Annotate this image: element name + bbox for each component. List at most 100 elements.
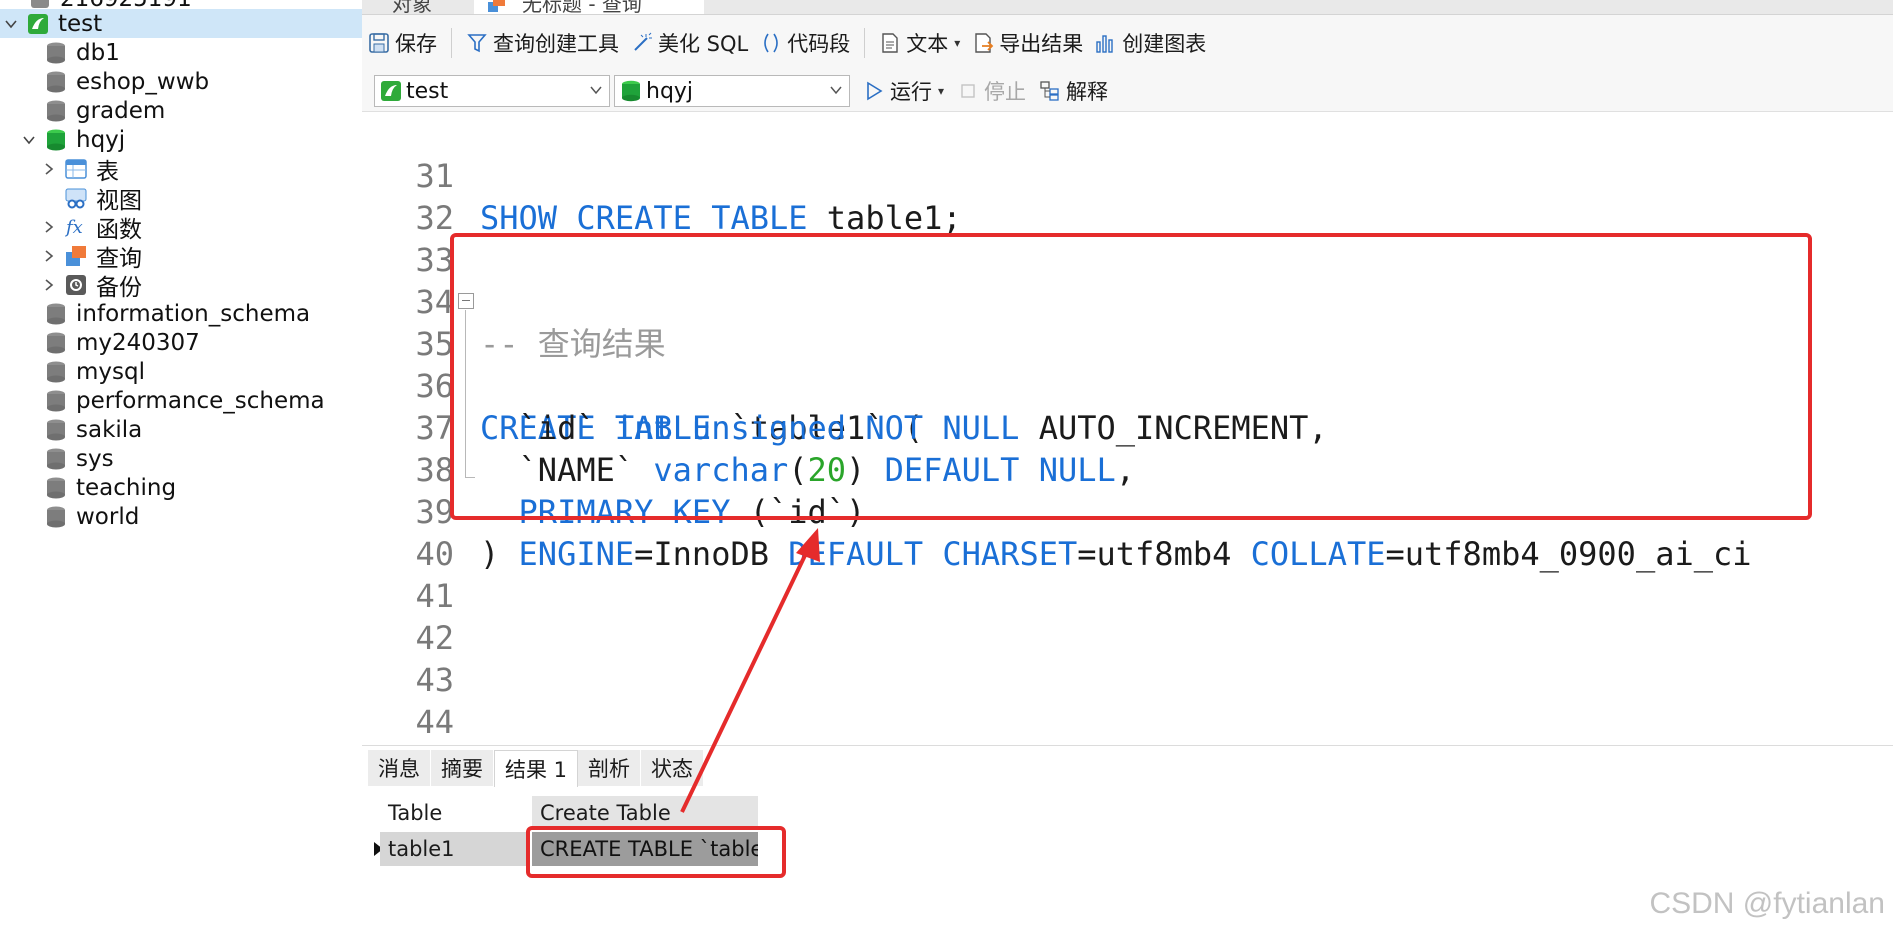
dropdown-caret-icon[interactable]: ▾: [938, 84, 944, 98]
chevron-down-icon[interactable]: [2, 15, 20, 33]
beautify-sql-label: 美化 SQL: [658, 32, 749, 56]
tree-item-label: sakila: [76, 416, 143, 443]
database-icon: [44, 447, 68, 471]
tree-item-label: sys: [76, 445, 114, 472]
database-open-icon: [44, 128, 68, 152]
tree-item-label: mysql: [76, 358, 145, 385]
chevron-right-icon[interactable]: [40, 218, 58, 236]
tree-item-label: 备份: [96, 274, 142, 301]
svg-text:fx: fx: [65, 217, 83, 238]
tree-item-db-hqyj[interactable]: hqyj: [0, 125, 362, 154]
tree-item-db-gradem[interactable]: gradem: [0, 96, 362, 125]
code-snippet-label: 代码段: [787, 32, 851, 56]
chevron-right-icon[interactable]: [40, 276, 58, 294]
tree-item-queries[interactable]: 查询: [0, 241, 362, 272]
function-icon: fx: [64, 215, 88, 239]
tree-item-label: my240307: [76, 329, 200, 356]
database-icon: [44, 418, 68, 442]
tree-item-views[interactable]: 视图: [0, 183, 362, 214]
tree-item-db-performance-schema[interactable]: performance_schema: [0, 386, 362, 415]
database-icon: [44, 360, 68, 384]
stop-icon: [961, 84, 975, 98]
tree-item-label: hqyj: [76, 126, 126, 153]
document-icon: [882, 33, 898, 53]
database-icon: [44, 476, 68, 500]
query-icon: [64, 244, 88, 268]
tree-item-db-my240307[interactable]: my240307: [0, 328, 362, 357]
bar-chart-icon: [1096, 35, 1113, 53]
tree-item-db-world[interactable]: world: [0, 502, 362, 531]
chevron-down-icon[interactable]: [20, 131, 38, 149]
mysql-connection-icon: [26, 12, 50, 36]
column-header-table[interactable]: Table: [380, 796, 520, 830]
table-icon: [64, 157, 88, 181]
tree-item-db-teaching[interactable]: teaching: [0, 473, 362, 502]
dropdown-caret-icon[interactable]: ▾: [954, 36, 960, 50]
navigator-sidebar: 216925191 test db1 eshop_wwb gradem: [0, 0, 363, 933]
text-mode-button[interactable]: 文本 ▾: [873, 23, 966, 63]
tree-item-db-information-schema[interactable]: information_schema: [0, 299, 362, 328]
explain-label: 解释: [1066, 80, 1109, 104]
tab-objects[interactable]: 对象: [392, 0, 432, 14]
editor-tab-strip: 对象 无标题 - 查询: [362, 0, 1893, 15]
chevron-down-icon: [830, 86, 842, 95]
parentheses-icon: [764, 33, 779, 53]
magic-wand-icon: [634, 32, 652, 51]
tree-item-backups[interactable]: 备份: [0, 270, 362, 301]
code-line-43: 43: [362, 617, 1893, 699]
export-icon: [975, 33, 994, 53]
create-chart-label: 创建图表: [1122, 32, 1207, 56]
create-chart-button[interactable]: 创建图表: [1089, 23, 1212, 63]
export-results-button[interactable]: 导出结果: [966, 23, 1089, 63]
database-select[interactable]: hqyj: [614, 75, 850, 107]
database-icon: [44, 70, 68, 94]
tree-item-db-sakila[interactable]: sakila: [0, 415, 362, 444]
database-icon: [44, 41, 68, 65]
query-toolbar: 保存 查询创建工具 美化 SQL 代码段 文本 ▾ 导出结果 创建图表: [362, 15, 1893, 71]
tree-item-db-sys[interactable]: sys: [0, 444, 362, 473]
tree-item-db-mysql[interactable]: mysql: [0, 357, 362, 386]
database-select-value: hqyj: [646, 78, 694, 104]
stop-button[interactable]: 停止: [958, 76, 1026, 106]
database-icon: [44, 389, 68, 413]
chevron-right-icon[interactable]: [40, 247, 58, 265]
tree-item-label: eshop_wwb: [76, 68, 210, 95]
save-button[interactable]: 保存: [362, 23, 443, 63]
tree-item-db-db1[interactable]: db1: [0, 38, 362, 67]
tree-item-label: gradem: [76, 97, 166, 124]
run-button[interactable]: 运行 ▾: [864, 76, 944, 106]
query-builder-icon: [467, 34, 487, 53]
cell-table-name[interactable]: table1: [380, 832, 530, 866]
tree-item-label: information_schema: [76, 300, 311, 327]
beautify-sql-button[interactable]: 美化 SQL: [625, 23, 754, 63]
tab-status[interactable]: 状态: [641, 750, 705, 786]
result-tabs: 消息 摘要 结果 1 剖析 状态: [368, 750, 705, 787]
tree-item-functions[interactable]: fx 函数: [0, 212, 362, 243]
tab-profile[interactable]: 剖析: [578, 750, 642, 786]
connection-select[interactable]: test: [374, 75, 610, 107]
query-builder-label: 查询创建工具: [493, 32, 619, 56]
run-label: 运行: [890, 80, 932, 104]
save-label: 保存: [395, 32, 437, 56]
code-line-45: 45: [362, 701, 1893, 743]
tab-query-label[interactable]: 无标题 - 查询: [522, 0, 642, 14]
tree-item-label: teaching: [76, 474, 177, 501]
tree-item-label: performance_schema: [76, 387, 325, 414]
play-icon: [867, 81, 883, 101]
tree-item-tables[interactable]: 表: [0, 154, 362, 185]
tab-messages[interactable]: 消息: [368, 750, 431, 786]
highlight-box-result-cell: [526, 826, 786, 878]
tab-result-1[interactable]: 结果 1: [494, 750, 579, 787]
tree-item-db-eshop-wwb[interactable]: eshop_wwb: [0, 67, 362, 96]
toolbar-divider: [451, 28, 452, 58]
code-snippet-button[interactable]: 代码段: [754, 23, 856, 63]
tab-summary[interactable]: 摘要: [431, 750, 494, 786]
view-icon: [64, 186, 88, 210]
query-builder-button[interactable]: 查询创建工具: [460, 23, 625, 63]
tree-item-connection-test[interactable]: test: [0, 9, 362, 38]
chevron-right-icon[interactable]: [40, 160, 58, 178]
backup-icon: [64, 273, 88, 297]
code-line-32: 32: [362, 155, 1893, 237]
explain-button[interactable]: 解释: [1040, 76, 1108, 106]
column-header-create-table[interactable]: Create Table: [532, 796, 758, 830]
